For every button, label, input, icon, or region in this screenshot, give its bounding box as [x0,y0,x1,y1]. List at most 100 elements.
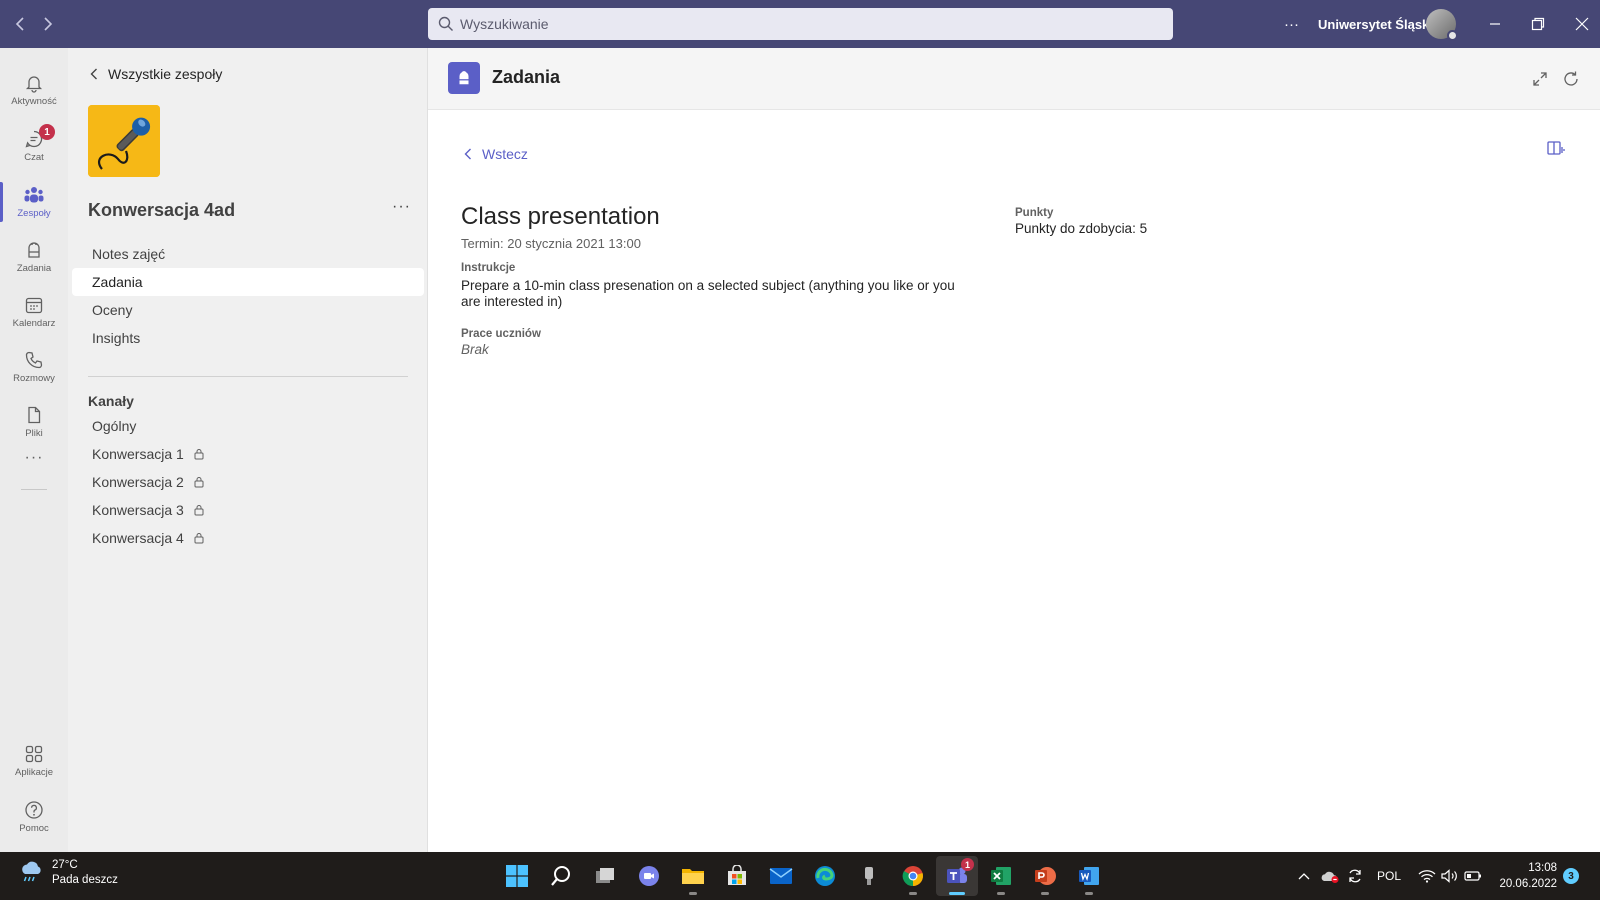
assignment-due-date: Termin: 20 stycznia 2021 13:00 [461,236,641,251]
tray-overflow-chevron-icon[interactable] [1298,852,1310,900]
more-icon: ··· [24,449,44,466]
store-button[interactable] [716,856,758,896]
rail-item-teams[interactable]: Zespoły [0,174,68,230]
instructions-text: Prepare a 10-min class presenation on a … [461,278,955,309]
notification-badge[interactable]: 3 [1563,868,1579,884]
tab-grades[interactable]: Oceny [72,296,424,324]
chrome-button[interactable] [892,856,934,896]
rail-label: Kalendarz [12,318,56,329]
excel-icon [991,867,1011,885]
more-options-label: ··· [1284,15,1299,33]
word-button[interactable] [1068,856,1110,896]
chevron-left-icon [90,68,97,80]
weather-temp: 27°C [52,859,78,871]
weather-widget[interactable]: 27°C Pada deszcz [18,858,118,888]
clock[interactable]: 13:08 20.06.2022 [1493,860,1557,892]
assignments-icon [28,242,40,258]
mail-button[interactable] [760,856,802,896]
microphone-icon [865,867,873,885]
rail-label: Zadania [16,263,52,274]
edge-button[interactable] [804,856,846,896]
immersive-reader-icon[interactable] [1546,138,1566,158]
running-indicator [689,892,697,895]
close-icon[interactable] [1570,12,1594,36]
back-button[interactable]: Wstecz [464,146,528,162]
search-icon [438,16,453,31]
points-label: Punkty [1015,207,1054,219]
task-view-button[interactable] [584,856,626,896]
team-more-options-button[interactable]: ··· [392,198,411,216]
onedrive-icon[interactable] [1320,852,1340,900]
back-arrow-icon[interactable] [8,12,32,36]
powerpoint-button[interactable] [1024,856,1066,896]
taskbar-apps: 1 [496,856,1112,896]
help-icon [25,801,43,819]
channel-item[interactable]: Konwersacja 1 [72,440,424,468]
chevron-left-icon [464,148,471,160]
folder-icon [682,869,704,884]
language-indicator[interactable]: POL [1377,852,1401,900]
title-bar: Wyszukiwanie ··· Uniwersytet Śląski [0,0,1600,48]
store-icon [728,865,746,885]
instructions-label: Instrukcje [461,262,516,274]
lock-icon [194,449,204,460]
wifi-icon[interactable] [1418,852,1436,900]
rail-label: Aktywność [11,96,57,107]
student-work-value: Brak [461,342,489,357]
tab-class-notebook[interactable]: Notes zajęć [72,240,424,268]
assignments-app-icon [448,62,480,94]
channel-label: Konwersacja 2 [92,474,184,490]
rail-item-activity[interactable]: Aktywność [0,62,68,118]
all-teams-link[interactable]: Wszystkie zespoły [90,66,222,82]
powerpoint-icon [1035,867,1056,885]
tab-assignments[interactable]: Zadania [72,268,424,296]
teams-chat-button[interactable] [628,856,670,896]
edge-icon [815,866,835,886]
taskbar-search-button[interactable] [540,856,582,896]
rail-label: Czat [24,152,44,163]
channel-item[interactable]: Konwersacja 2 [72,468,424,496]
file-explorer-button[interactable] [672,856,714,896]
team-name: Konwersacja 4ad [88,200,236,220]
rail-item-calendar[interactable]: Kalendarz [0,284,68,340]
all-teams-label: Wszystkie zespoły [108,66,223,82]
teams-badge: 1 [961,858,974,871]
task-view-icon [596,868,614,883]
tab-insights[interactable]: Insights [72,324,424,352]
channel-item[interactable]: Konwersacja 3 [72,496,424,524]
more-options-button[interactable]: ··· [1284,0,1299,48]
search-input[interactable]: Wyszukiwanie [428,8,1173,40]
restore-icon[interactable] [1526,12,1550,36]
minimize-icon[interactable] [1483,12,1507,36]
avatar[interactable] [1426,9,1458,41]
volume-icon[interactable] [1441,852,1459,900]
rail-item-chat[interactable]: Czat 1 [0,118,68,174]
rail-label: Pomoc [19,823,49,834]
refresh-icon[interactable] [1560,68,1582,90]
channel-label: Konwersacja 4 [92,530,184,546]
rail-item-calls[interactable]: Rozmowy [0,339,68,395]
app-header: Zadania [428,48,1600,110]
phone-icon [25,351,43,369]
main-content: Zadania Wstecz Class presentation Termin… [428,48,1600,852]
teams-app-button[interactable]: 1 [936,856,978,896]
forward-arrow-icon[interactable] [36,12,60,36]
rail-more-button[interactable]: ··· [0,430,68,486]
sync-icon[interactable] [1346,852,1364,900]
battery-icon[interactable] [1464,852,1482,900]
voice-recorder-button[interactable] [848,856,890,896]
start-button[interactable] [496,856,538,896]
channel-item-general[interactable]: Ogólny [72,412,424,440]
rail-divider [21,489,47,490]
channel-label: Konwersacja 3 [92,502,184,518]
rail-item-apps[interactable]: Aplikacje [0,733,68,789]
team-panel: Wszystkie zespoły Konwersacja 4ad ··· No… [68,48,428,852]
rail-item-assignments[interactable]: Zadania [0,229,68,285]
search-icon [551,866,570,886]
rail-item-help[interactable]: Pomoc [0,789,68,845]
channel-item[interactable]: Konwersacja 4 [72,524,424,552]
expand-icon[interactable] [1529,68,1551,90]
video-chat-icon [639,866,659,886]
app-rail: Aktywność Czat 1 Zespoły Zadania Kalenda… [0,48,68,852]
excel-button[interactable] [980,856,1022,896]
